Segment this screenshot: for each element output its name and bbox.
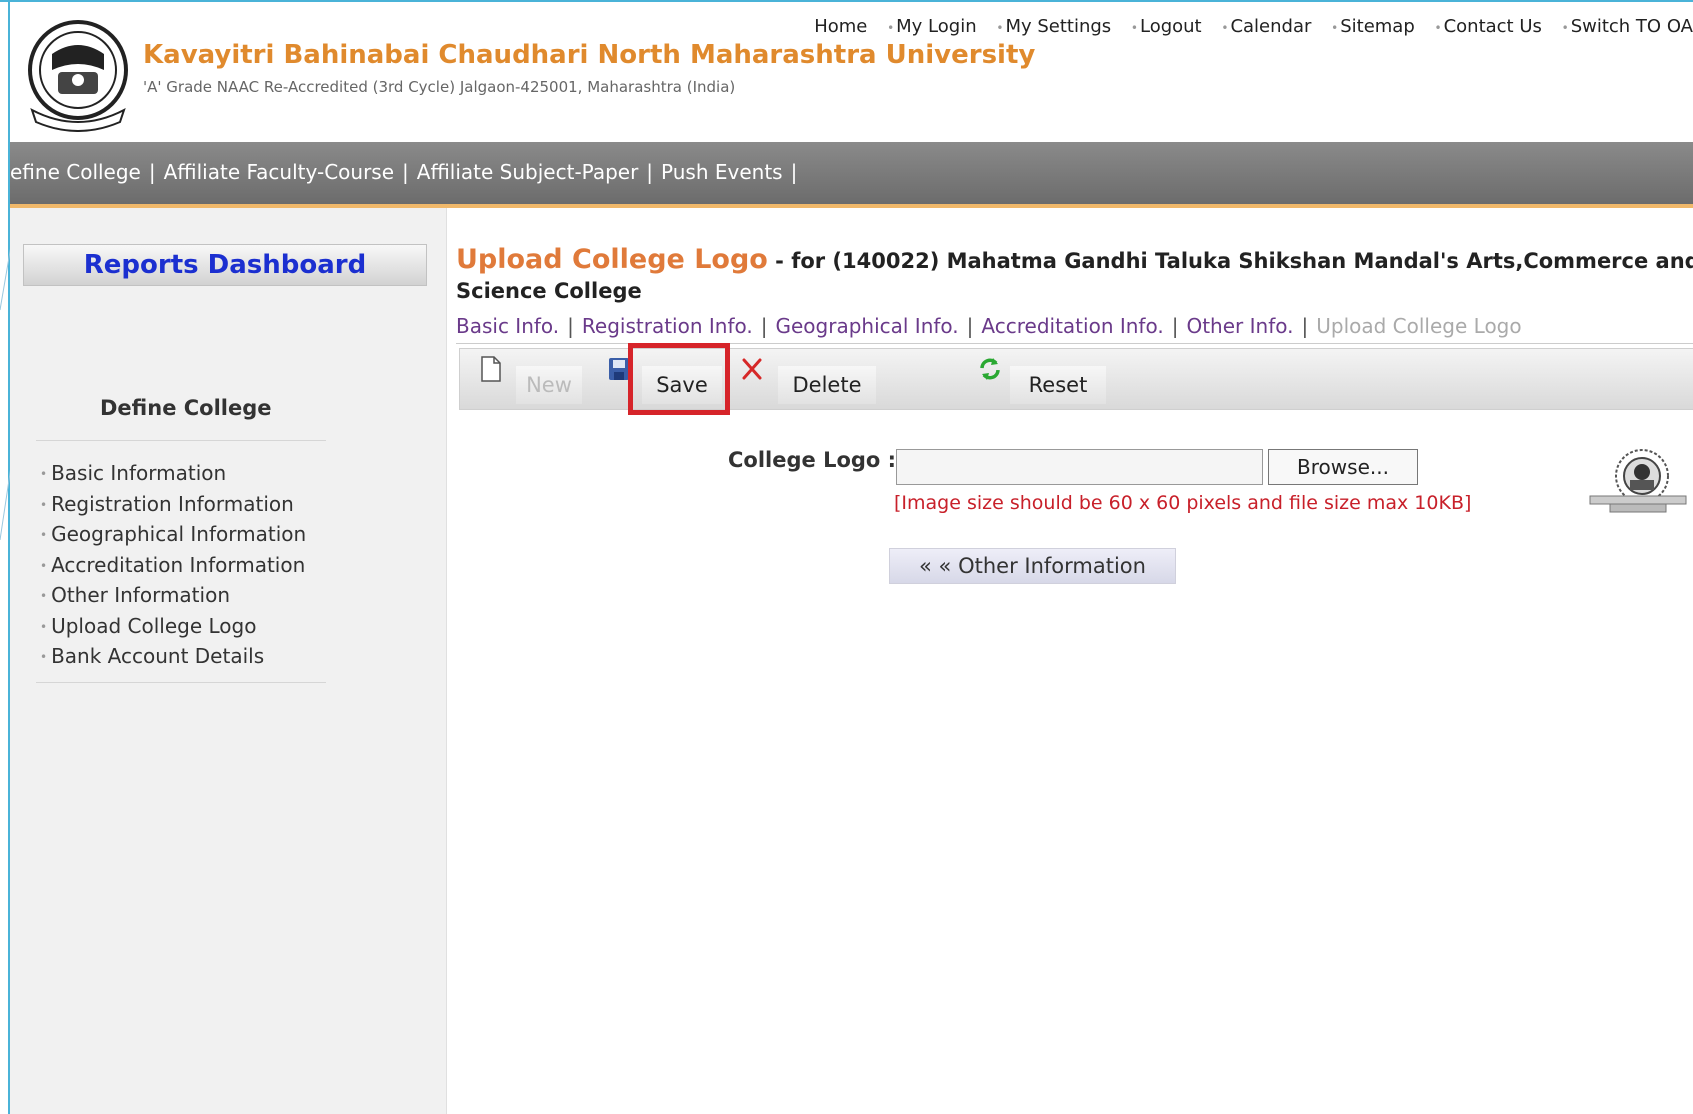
sidebar-item-label: Registration Information xyxy=(51,491,294,516)
nav-separator: | xyxy=(148,160,156,184)
nav-separator: | xyxy=(790,160,798,184)
bullet-icon: • xyxy=(1130,21,1138,35)
sidebar-item-geographical-information[interactable]: • Geographical Information xyxy=(40,519,306,550)
sidebar-section-title: Define College xyxy=(100,396,272,420)
navbar-links: efine College | Affiliate Faculty-Course | A… xyxy=(10,160,805,184)
sidebar-item-registration-information[interactable]: • Registration Information xyxy=(40,489,306,520)
bullet-icon: • xyxy=(40,558,48,573)
section-tabs: Basic Info. | Registration Info. | Geographi… xyxy=(456,314,1522,338)
top-link-label: Contact Us xyxy=(1443,16,1542,37)
tab-separator: | xyxy=(1301,314,1309,338)
bullet-icon: • xyxy=(1331,21,1339,35)
bullet-icon: • xyxy=(1561,21,1569,35)
university-logo-icon xyxy=(28,20,128,132)
top-link-home[interactable]: Home xyxy=(814,16,867,37)
sidebar-item-other-information[interactable]: • Other Information xyxy=(40,580,306,611)
sidebar-item-basic-information[interactable]: • Basic Information xyxy=(40,458,306,489)
tab-separator: | xyxy=(760,314,768,338)
tab-geographical-info[interactable]: Geographical Info. xyxy=(776,314,959,338)
bullet-icon: • xyxy=(40,497,48,512)
delete-button[interactable]: Delete xyxy=(778,366,876,404)
tab-separator: | xyxy=(567,314,574,338)
bullet-icon: • xyxy=(887,21,895,35)
sidebar-item-label: Upload College Logo xyxy=(51,613,257,638)
top-link-my-login[interactable]: • My Login xyxy=(887,16,977,37)
top-link-label: Home xyxy=(814,16,868,37)
page-title: Upload College Logo - for (140022) Mahat… xyxy=(456,244,1693,275)
nav-separator: | xyxy=(646,160,654,184)
top-link-label: Logout xyxy=(1139,16,1202,37)
reports-dashboard-button[interactable]: Reports Dashboard xyxy=(23,244,427,286)
top-link-label: My Settings xyxy=(1005,16,1112,37)
image-size-hint: [Image size should be 60 x 60 pixels and… xyxy=(894,492,1472,514)
tab-separator: | xyxy=(966,314,974,338)
sidebar-item-label: Geographical Information xyxy=(51,522,307,546)
sidebar-item-label: Bank Account Details xyxy=(51,644,265,668)
sidebar-item-label: Basic Information xyxy=(51,461,227,485)
bullet-icon: • xyxy=(40,650,48,665)
tab-other-info[interactable]: Other Info. xyxy=(1186,314,1293,338)
top-link-label: Switch TO OA xyxy=(1570,16,1693,37)
nav-item-push-events[interactable]: Push Events xyxy=(661,160,783,184)
browse-button[interactable]: Browse... xyxy=(1268,449,1418,485)
sidebar-divider xyxy=(36,440,326,441)
delete-x-icon xyxy=(742,358,762,380)
top-link-sitemap[interactable]: • Sitemap xyxy=(1331,16,1415,37)
bullet-icon: • xyxy=(996,21,1004,35)
top-link-switch-to-oa[interactable]: • Switch TO OA xyxy=(1562,16,1693,37)
sidebar-item-bank-account-details[interactable]: • Bank Account Details xyxy=(40,641,306,672)
top-link-logout[interactable]: • Logout xyxy=(1131,16,1202,37)
tab-separator: | xyxy=(1171,314,1179,338)
nav-item-affiliate-subject-paper[interactable]: Affiliate Subject-Paper xyxy=(417,160,639,184)
tab-registration-info[interactable]: Registration Info. xyxy=(582,314,753,338)
sidebar-menu: • Basic Information • Registration Informa… xyxy=(40,458,306,672)
reset-button[interactable]: Reset xyxy=(1010,366,1106,404)
top-link-label: Sitemap xyxy=(1340,16,1415,37)
university-subtitle: 'A' Grade NAAC Re-Accredited (3rd Cycle)… xyxy=(143,78,736,96)
nav-separator: | xyxy=(402,160,409,184)
top-navigation: Home • My Login • My Settings • Logout • Cal… xyxy=(814,16,1693,37)
page-title-college: - for (140022) Mahatma Gandhi Taluka Shi… xyxy=(767,249,1693,273)
main-navbar: efine College | Affiliate Faculty-Course | A… xyxy=(10,142,1693,208)
top-link-label: My Login xyxy=(896,16,977,37)
page-title-main: Upload College Logo xyxy=(456,244,768,275)
reset-refresh-icon xyxy=(980,358,1000,380)
bullet-icon: • xyxy=(40,619,48,634)
bullet-icon: • xyxy=(40,589,48,604)
tab-basic-info[interactable]: Basic Info. xyxy=(456,314,559,338)
nav-item-affiliate-faculty-course[interactable]: Affiliate Faculty-Course xyxy=(164,160,394,184)
bullet-icon: • xyxy=(1434,21,1442,35)
top-link-calendar[interactable]: • Calendar xyxy=(1221,16,1311,37)
tab-upload-college-logo[interactable]: Upload College Logo xyxy=(1316,314,1521,338)
top-link-my-settings[interactable]: • My Settings xyxy=(996,16,1111,37)
bullet-icon: • xyxy=(1221,21,1229,35)
sidebar-item-label: Other Information xyxy=(51,583,230,607)
nav-item-define-college[interactable]: efine College xyxy=(10,160,141,184)
sidebar-divider xyxy=(36,682,326,683)
college-logo-preview-icon xyxy=(1589,449,1687,513)
top-link-label: Calendar xyxy=(1230,16,1312,37)
page-title-college-line2: Science College xyxy=(456,279,642,303)
university-name: Kavayitri Bahinabai Chaudhari North Maha… xyxy=(143,40,1036,70)
sidebar-item-label: Accreditation Information xyxy=(51,552,306,577)
other-information-button[interactable]: « « Other Information xyxy=(889,548,1176,584)
new-button[interactable]: New xyxy=(516,366,582,404)
left-sidebar: Reports Dashboard Define College • Basic … xyxy=(10,208,447,1114)
college-logo-label: College Logo : xyxy=(728,448,897,472)
bullet-icon: • xyxy=(40,528,48,543)
sidebar-item-accreditation-information[interactable]: • Accreditation Information xyxy=(40,550,306,581)
save-button-highlight xyxy=(628,343,730,415)
site-header: Kavayitri Bahinabai Chaudhari North Maha… xyxy=(10,2,1693,142)
new-document-icon xyxy=(481,356,501,382)
sidebar-item-upload-college-logo[interactable]: • Upload College Logo xyxy=(40,611,306,642)
college-logo-file-input[interactable] xyxy=(896,449,1263,485)
tab-accreditation-info[interactable]: Accreditation Info. xyxy=(981,314,1163,338)
top-link-contact-us[interactable]: • Contact Us xyxy=(1435,16,1542,37)
bullet-icon: • xyxy=(40,467,48,482)
